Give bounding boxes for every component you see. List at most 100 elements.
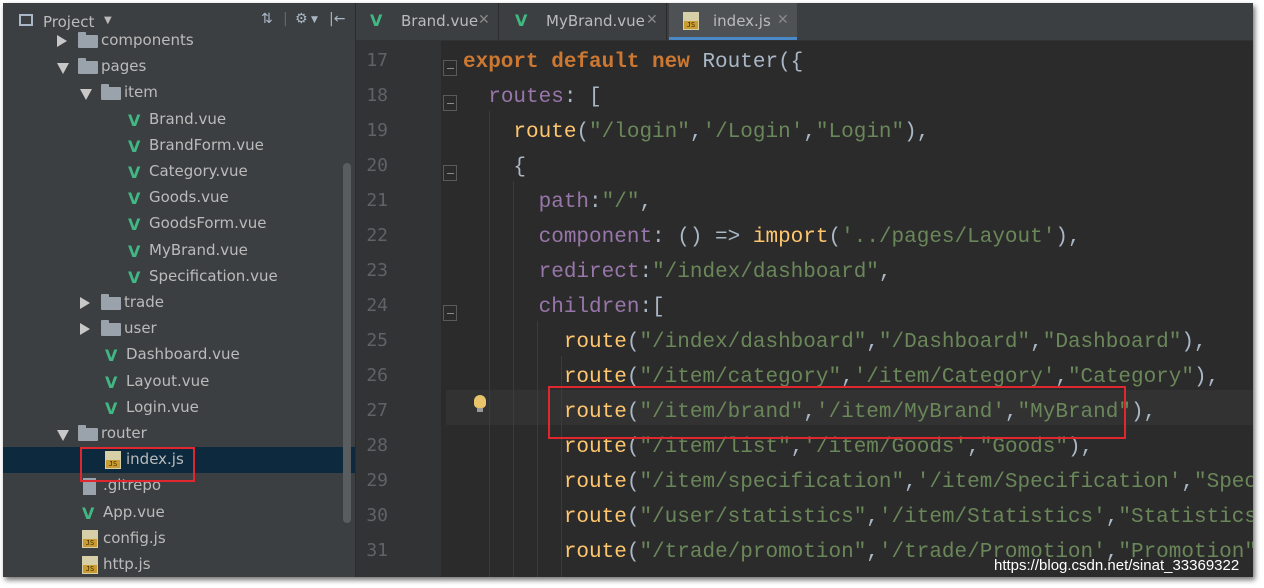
- project-panel: Project ▼ ⇅ | ⚙ ▼ |← components pages item…: [3, 3, 356, 577]
- gear-icon[interactable]: ⚙: [295, 11, 308, 27]
- code-token: '../pages/Layout': [841, 226, 1056, 249]
- vue-icon: V: [128, 241, 141, 261]
- code-content[interactable]: export default new Router({ routes: [ ro…: [461, 41, 1253, 577]
- fold-marker-icon[interactable]: [443, 165, 457, 181]
- tree-item-label: Specification.vue: [149, 266, 278, 285]
- collapse-arrow-icon[interactable]: [80, 297, 90, 309]
- vue-icon: V: [105, 398, 118, 418]
- code-token: ,: [967, 436, 980, 459]
- tree-item-label: Layout.vue: [126, 371, 210, 390]
- tree-item[interactable]: V Specification.vue: [3, 264, 355, 290]
- folder-icon: [78, 425, 98, 441]
- tree-item-label: Login.vue: [126, 397, 199, 416]
- collapse-arrow-icon[interactable]: [80, 323, 90, 336]
- code-token: (: [828, 226, 842, 249]
- folder-icon: [78, 32, 98, 48]
- code-token: "Login": [815, 121, 905, 144]
- tree-item[interactable]: router: [3, 421, 355, 447]
- code-token: ,: [689, 121, 703, 144]
- tree-item[interactable]: V Goods.vue: [3, 185, 355, 211]
- folder-icon: [101, 84, 121, 101]
- tree-item[interactable]: V Layout.vue: [3, 369, 355, 395]
- code-token: {: [463, 156, 527, 179]
- expand-arrow-icon[interactable]: [57, 63, 69, 75]
- tree-item[interactable]: components: [3, 28, 355, 54]
- tree-item[interactable]: item: [3, 80, 355, 106]
- code-line[interactable]: export default new Router({: [463, 45, 803, 80]
- code-token: "/item/list": [639, 436, 791, 459]
- code-token: ,: [1030, 331, 1043, 354]
- vue-icon: V: [82, 503, 95, 523]
- close-icon[interactable]: ✕: [646, 12, 658, 28]
- tree-item[interactable]: V Category.vue: [3, 159, 355, 185]
- tree-item[interactable]: user: [3, 316, 355, 342]
- code-token: ),: [1181, 331, 1207, 354]
- tree-item[interactable]: JS http.js: [3, 552, 355, 577]
- code-line[interactable]: route("/user/statistics",'/item/Statisti…: [463, 500, 1253, 535]
- close-icon[interactable]: ✕: [478, 12, 490, 28]
- tree-item-label: Dashboard.vue: [126, 345, 240, 364]
- highlight-box-code: [548, 386, 1126, 439]
- fold-marker-icon[interactable]: [443, 305, 457, 321]
- tree-item[interactable]: pages: [3, 54, 355, 80]
- chevron-down-icon[interactable]: ▼: [311, 15, 318, 25]
- code-token: "/trade/promotion": [639, 541, 867, 564]
- tree-item[interactable]: V MyBrand.vue: [3, 238, 355, 264]
- chevron-down-icon[interactable]: ▼: [104, 15, 112, 26]
- fold-marker-icon[interactable]: [443, 95, 457, 111]
- expand-arrow-icon[interactable]: [57, 430, 69, 441]
- code-token: (: [626, 436, 640, 459]
- tab-brand-vue[interactable]: V Brand.vue ✕: [356, 3, 498, 40]
- tree-item-label: item: [124, 83, 158, 102]
- tree-item[interactable]: V Dashboard.vue: [3, 342, 355, 368]
- tree-item[interactable]: V GoodsForm.vue: [3, 211, 355, 237]
- code-line[interactable]: route("/index/dashboard","/Dashboard","D…: [463, 325, 1207, 360]
- code-token: ),: [1130, 401, 1157, 424]
- highlight-box-file: [80, 447, 195, 482]
- line-number: 20: [366, 155, 388, 176]
- code-line[interactable]: route("/login",'/Login',"Login"),: [463, 115, 929, 150]
- hide-panel-icon[interactable]: |←: [329, 11, 345, 27]
- code-token: '/Login': [702, 121, 804, 144]
- tree-item[interactable]: JS config.js: [3, 526, 355, 552]
- code-token: ,: [1105, 506, 1119, 529]
- expand-arrow-icon[interactable]: [80, 89, 92, 101]
- tree-item[interactable]: V BrandForm.vue: [3, 133, 355, 159]
- separator: |: [283, 11, 288, 27]
- tree-item-label: App.vue: [103, 502, 165, 521]
- collapse-arrow-icon[interactable]: [57, 35, 67, 47]
- tree-item[interactable]: V Login.vue: [3, 395, 355, 421]
- code-token: :: [639, 261, 653, 284]
- tree-item[interactable]: V App.vue: [3, 500, 355, 526]
- close-icon[interactable]: ✕: [777, 12, 789, 28]
- tree-item[interactable]: V Brand.vue: [3, 107, 355, 133]
- tab-index-js[interactable]: JS index.js ✕: [669, 3, 797, 40]
- line-number: 26: [366, 365, 388, 386]
- editor-tabs: V Brand.vue ✕ V MyBrand.vue ✕ JS index.js ✕: [356, 3, 1253, 41]
- editor-area: V Brand.vue ✕ V MyBrand.vue ✕ JS index.js ✕ 17 18…: [356, 3, 1253, 577]
- code-line[interactable]: path:"/",: [463, 185, 652, 220]
- code-line[interactable]: {: [463, 150, 526, 185]
- code-line[interactable]: children:[: [463, 290, 665, 325]
- vue-icon: V: [128, 267, 141, 287]
- line-number: 22: [366, 225, 388, 246]
- fold-marker-icon[interactable]: [443, 60, 457, 76]
- code-line[interactable]: component: () => import('../pages/Layout…: [463, 220, 1081, 255]
- code-token: "Goods": [979, 436, 1068, 459]
- collapse-all-icon[interactable]: ⇅: [261, 11, 273, 27]
- code-token: ,: [866, 331, 879, 354]
- js-icon: JS: [82, 529, 98, 548]
- tab-mybrand-vue[interactable]: V MyBrand.vue ✕: [501, 3, 666, 40]
- sidebar-scrollbar[interactable]: [343, 163, 351, 523]
- code-line[interactable]: routes: [: [463, 80, 601, 115]
- code-line[interactable]: redirect:"/index/dashboard",: [463, 255, 892, 290]
- code-token: "Specifi: [1193, 471, 1253, 494]
- line-number: 17: [366, 50, 388, 71]
- code-line[interactable]: route("/item/specification",'/item/Speci…: [463, 465, 1253, 500]
- tree-item[interactable]: trade: [3, 290, 355, 316]
- line-number: 25: [366, 330, 388, 351]
- code-token: route: [513, 121, 577, 144]
- code-token: :: [589, 191, 602, 214]
- line-number: 23: [366, 260, 388, 281]
